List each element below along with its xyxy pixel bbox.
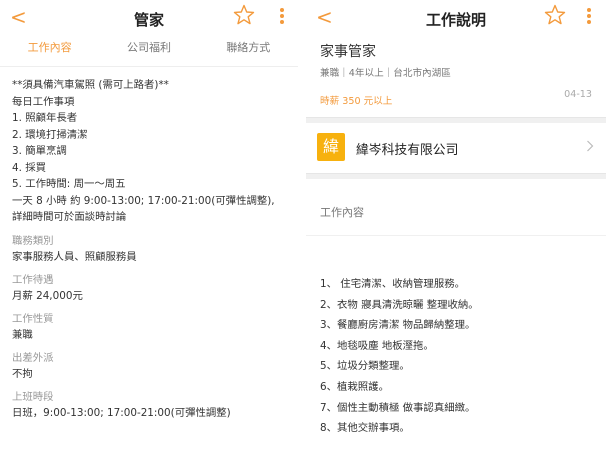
tab-contact[interactable]: 聯絡方式: [199, 37, 298, 66]
nav-bar: < 管家: [0, 0, 298, 37]
job-description: **須具備汽車駕照 (需可上路者)** 每日工作事項 1. 照顧年長者 2. 環…: [0, 67, 298, 421]
job-meta: 兼職｜4年以上｜台北市內湖區: [320, 68, 451, 79]
list-item: 7、個性主動積極 做事認真細緻。: [320, 401, 476, 414]
description-line: 4. 採買: [12, 161, 46, 174]
duty-list: 1、 住宅清潔、收納管理服務。 2、衣物 寢具清洗晾曬 整理收納。 3、餐廳廚房…: [306, 236, 606, 439]
list-item: 2、衣物 寢具清洗晾曬 整理收納。: [320, 298, 479, 311]
section-title: 工作內容: [320, 206, 364, 219]
field-value-job-category: 家事服務人員、照顧服務員: [12, 250, 137, 263]
description-line: 每日工作事項: [12, 95, 75, 108]
field-label-job-category: 職務類別: [12, 234, 54, 247]
job-title: 家事管家: [320, 44, 376, 60]
field-value-work-shift: 日班，9:00-13:00; 17:00-21:00(可彈性調整): [12, 406, 231, 419]
nav-bar: < 工作說明: [306, 0, 606, 37]
kebab-menu-icon[interactable]: [279, 8, 285, 26]
field-label-pay: 工作待遇: [12, 273, 54, 286]
description-line: **須具備汽車駕照 (需可上路者)**: [12, 79, 169, 91]
field-value-business-travel: 不拘: [12, 367, 33, 380]
left-screen: < 管家 工作內容 公司福利 聯絡方式 **須具備汽車駕照 (需可上路者)** …: [0, 0, 298, 474]
description-line: 詳細時間可於面談時討論: [12, 211, 127, 223]
company-logo: 緯: [317, 133, 345, 161]
tab-bar: 工作內容 公司福利 聯絡方式: [0, 37, 298, 67]
description-line: 2. 環境打掃清潔: [12, 128, 88, 141]
list-item: 4、地毯吸塵 地板溼拖。: [320, 339, 434, 352]
salary: 時薪 350 元以上: [320, 96, 393, 107]
tab-company-benefits[interactable]: 公司福利: [99, 37, 198, 66]
tab-job-content[interactable]: 工作內容: [0, 37, 99, 66]
description-line: 一天 8 小時 約 9:00-13:00; 17:00-21:00(可彈性調整)…: [12, 194, 275, 207]
field-value-pay: 月薪 24,000元: [12, 289, 83, 302]
field-label-business-travel: 出差外派: [12, 351, 54, 364]
company-name: 緯岑科技有限公司: [356, 143, 459, 158]
field-label-work-shift: 上班時段: [12, 390, 54, 403]
list-item: 1、 住宅清潔、收納管理服務。: [320, 278, 465, 290]
list-item: 6、植栽照護。: [320, 380, 389, 393]
list-item: 5、垃圾分類整理。: [320, 360, 410, 373]
salary-row: 時薪 350 元以上 04-13: [320, 89, 592, 107]
list-item: 8、其他交辦事項。: [320, 422, 410, 435]
chevron-right-icon: [587, 140, 594, 152]
field-value-job-type: 兼職: [12, 328, 33, 341]
job-header: 家事管家 兼職｜4年以上｜台北市內湖區 時薪 350 元以上 04-13: [306, 41, 606, 107]
star-outline-icon[interactable]: [232, 3, 256, 27]
list-item: 3、餐廳廚房清潔 物品歸納整理。: [320, 319, 476, 332]
description-line: 1. 照顧年長者: [12, 112, 78, 124]
right-screen: < 工作說明 家事管家 兼職｜4年以上｜台北市內湖區 時薪 350 元以上 04…: [306, 0, 606, 474]
description-line: 3. 簡單烹調: [12, 145, 67, 157]
star-outline-icon[interactable]: [543, 3, 567, 27]
company-row[interactable]: 緯 緯岑科技有限公司: [306, 123, 606, 173]
field-label-job-type: 工作性質: [12, 312, 54, 325]
kebab-menu-icon[interactable]: [586, 8, 592, 26]
description-line: 5. 工作時間: 周一～周五: [12, 178, 126, 190]
post-date: 04-13: [564, 89, 592, 100]
section-divider: [306, 173, 606, 179]
